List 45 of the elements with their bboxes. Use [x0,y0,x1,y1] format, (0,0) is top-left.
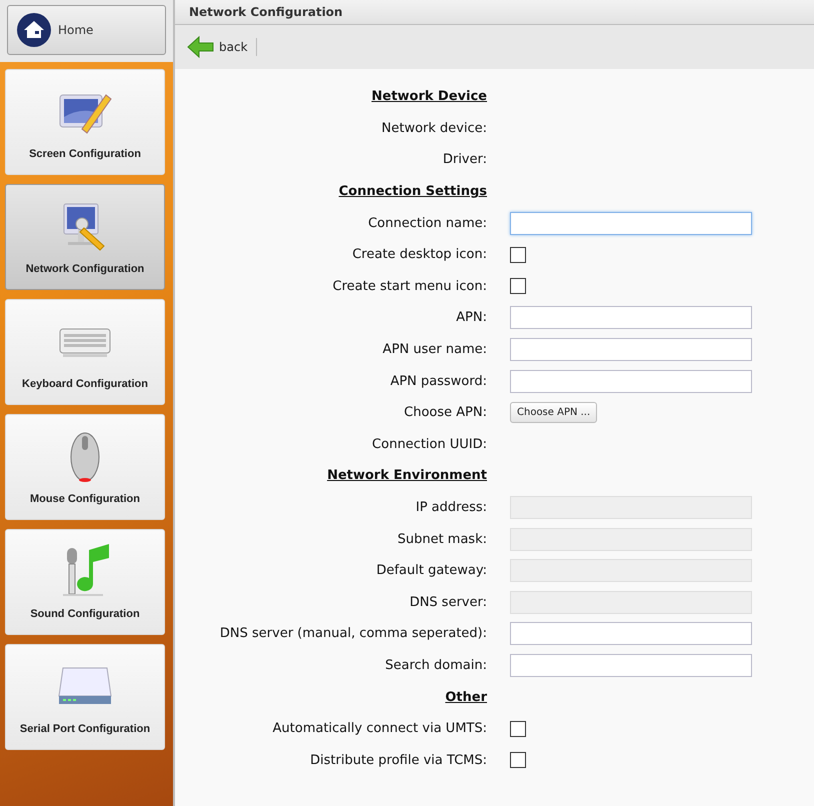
field-label: DNS server: [410,594,487,610]
nav-item[interactable]: Network Configuration [5,184,165,290]
input-field[interactable] [510,622,752,646]
field-label: Subnet mask: [397,532,487,547]
mouse-icon [68,430,102,484]
input-field[interactable] [510,306,752,330]
field-label: Driver: [442,152,487,168]
field-label: APN user name: [382,342,487,358]
home-button[interactable]: Home [7,5,166,55]
field-label: DNS server (manual, comma seperated): [220,626,487,642]
checkbox[interactable] [510,246,526,263]
field-label: APN: [456,310,487,326]
input-field[interactable] [510,654,752,677]
field-label: IP address: [416,500,487,516]
section-heading: Network Device [372,89,487,104]
checkbox[interactable] [510,752,526,768]
input-field[interactable] [510,338,752,362]
back-button[interactable]: back [187,38,257,56]
nav-item[interactable]: Serial Port Configuration [5,644,165,750]
checkbox[interactable] [510,278,526,294]
field-label: Choose APN: [404,405,487,420]
nav-item[interactable]: Mouse Configuration [5,414,165,520]
back-arrow-icon [187,35,214,59]
field-label: Distribute profile via TCMS: [310,752,487,768]
field-label: Default gateway: [376,563,487,578]
home-icon [16,12,52,48]
nav-item[interactable]: Keyboard Configuration [5,299,165,405]
section-heading: Connection Settings [338,184,487,200]
panel-title: Network Configuration [189,5,343,19]
field-label: APN password: [390,374,487,389]
section-heading: Network Environment [327,468,487,484]
input-field[interactable] [510,212,752,235]
checkbox[interactable] [510,720,526,737]
field-label: Connection name: [368,216,487,231]
field-label: Create start menu icon: [332,278,487,294]
field-label: Automatically connect via UMTS: [272,721,487,736]
nav-item[interactable]: Sound Configuration [5,529,165,635]
field-label: Connection UUID: [372,436,487,452]
field-label: Network device: [382,120,487,136]
field-label: Create desktop icon: [352,247,487,262]
input-field[interactable] [510,370,752,393]
field-label: Search domain: [385,658,487,673]
section-heading: Other [445,690,487,705]
nav-item[interactable]: Screen Configuration [5,69,165,175]
choose-apn-button[interactable]: Choose APN ... [510,402,598,424]
